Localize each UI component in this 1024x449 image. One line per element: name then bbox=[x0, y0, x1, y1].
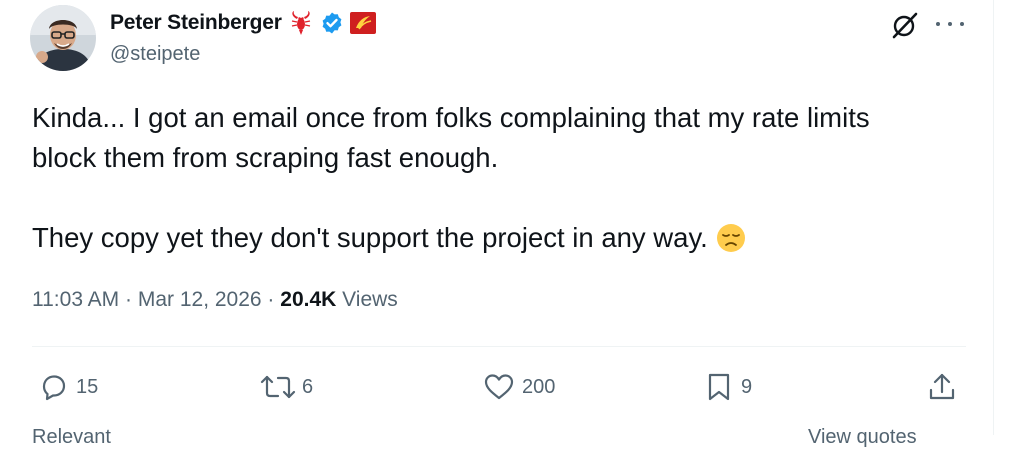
like-count: 200 bbox=[522, 375, 556, 398]
verified-badge-icon[interactable] bbox=[320, 11, 344, 35]
affiliate-flag-icon[interactable] bbox=[349, 12, 376, 34]
bookmark-count: 9 bbox=[741, 375, 753, 398]
tweet-line: block them from scraping fast enough. bbox=[32, 142, 499, 173]
meta-separator: · bbox=[261, 288, 281, 311]
more-options-icon[interactable] bbox=[936, 14, 964, 34]
tweet-line: They copy yet they don't support the pro… bbox=[32, 222, 708, 253]
author-name-row: Peter Steinberger bbox=[110, 8, 376, 38]
views-count[interactable]: 20.4K bbox=[280, 288, 336, 311]
column-border bbox=[993, 0, 994, 435]
author-handle[interactable]: @steipete bbox=[110, 43, 200, 66]
reply-icon bbox=[42, 375, 66, 401]
share-button[interactable] bbox=[927, 370, 957, 404]
repost-button[interactable]: 6 bbox=[258, 370, 313, 404]
bookmark-button[interactable]: 9 bbox=[703, 370, 752, 404]
tweet-line-with-emoji: They copy yet they don't support the pro… bbox=[32, 218, 952, 264]
like-button[interactable]: 200 bbox=[482, 370, 555, 404]
view-quotes-link[interactable]: View quotes bbox=[808, 426, 917, 449]
bookmark-icon bbox=[708, 373, 730, 401]
views-label: Views bbox=[336, 288, 398, 311]
reply-button[interactable]: 15 bbox=[38, 370, 98, 404]
heart-icon bbox=[484, 374, 514, 400]
grok-icon[interactable] bbox=[890, 10, 920, 40]
tweet-text: Kinda... I got an email once from folks … bbox=[32, 98, 952, 264]
reply-count: 15 bbox=[76, 375, 99, 398]
author-avatar[interactable] bbox=[30, 5, 96, 71]
repost-count: 6 bbox=[302, 375, 314, 398]
tweet-time[interactable]: 11:03 AM bbox=[32, 288, 119, 311]
repost-icon bbox=[260, 375, 296, 399]
relevant-label[interactable]: Relevant bbox=[32, 426, 111, 449]
tweet-line: Kinda... I got an email once from folks … bbox=[32, 102, 870, 133]
meta-separator: · bbox=[119, 288, 138, 311]
lobster-icon bbox=[288, 10, 314, 36]
tweet-meta: 11:03 AM · Mar 12, 2026 · 20.4K Views bbox=[32, 288, 398, 312]
tweet-date[interactable]: Mar 12, 2026 bbox=[138, 288, 262, 311]
author-display-name[interactable]: Peter Steinberger bbox=[110, 11, 282, 35]
actions-divider bbox=[32, 346, 966, 347]
share-icon bbox=[929, 373, 955, 400]
disappointed-face-icon bbox=[716, 223, 746, 264]
